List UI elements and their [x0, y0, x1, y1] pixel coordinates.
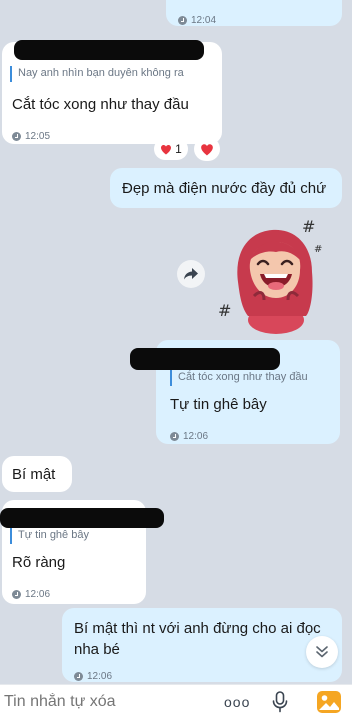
forward-button[interactable] — [177, 260, 205, 288]
clock-icon — [74, 672, 83, 681]
clock-icon — [178, 16, 187, 25]
quoted-text: Nay anh nhìn bạn duyên không ra — [18, 67, 184, 79]
svg-text:#: # — [302, 217, 315, 236]
reaction-count: 1 — [175, 142, 182, 156]
heart-icon — [161, 144, 172, 154]
message-incoming[interactable]: Bí mật — [2, 456, 72, 492]
quoted-text: Cắt tóc xong như thay đầu — [178, 371, 308, 383]
message-outgoing[interactable]: Bí mật thì nt với anh đừng cho ai đọc nh… — [62, 608, 342, 682]
scroll-to-bottom-button[interactable] — [306, 636, 338, 668]
message-text: Cắt tóc xong như thay đầu — [12, 96, 189, 113]
laughing-girl-sticker: # # # — [218, 217, 322, 334]
redacted-sender-name — [0, 508, 164, 528]
microphone-icon[interactable] — [272, 691, 288, 713]
message-text: Rõ ràng — [12, 554, 66, 571]
reaction-badge[interactable]: 1 — [154, 138, 188, 160]
svg-text:#: # — [314, 244, 322, 255]
quoted-message[interactable]: Tự tin ghê bây — [10, 528, 89, 544]
message-outgoing[interactable]: Cắt tóc xong như thay đầu Tự tin ghê bây… — [130, 340, 340, 447]
quoted-text: Tự tin ghê bây — [18, 529, 89, 541]
forward-icon — [184, 268, 198, 280]
clock-icon — [12, 132, 21, 141]
message-time: 12:06 — [12, 584, 50, 605]
message-text-line-1: Bí mật thì nt với anh đừng cho ai đọc — [74, 620, 321, 637]
svg-text:#: # — [218, 301, 231, 320]
clock-icon — [12, 590, 21, 599]
message-text: Tự tin ghê bây — [170, 396, 267, 413]
message-time: 12:05 — [12, 126, 50, 147]
react-button[interactable] — [194, 137, 220, 161]
redacted-sender-name — [130, 348, 280, 370]
message-outgoing[interactable]: 12:04 — [166, 0, 342, 26]
clock-icon — [170, 432, 179, 441]
message-composer: ooo — [0, 684, 352, 720]
quoted-message[interactable]: Nay anh nhìn bạn duyên không ra — [10, 66, 184, 82]
sticker[interactable]: # # # — [214, 212, 340, 338]
message-text-line-2: nha bé — [74, 641, 120, 658]
message-time: 12:04 — [178, 10, 216, 31]
redacted-sender-name — [14, 40, 204, 60]
message-text: Đẹp mà điện nước đầy đủ chứ — [122, 180, 327, 197]
message-incoming[interactable]: Tự tin ghê bây Rõ ràng 12:06 — [0, 500, 164, 605]
more-options-button[interactable]: ooo — [224, 694, 250, 710]
message-outgoing[interactable]: Đẹp mà điện nước đầy đủ chứ — [110, 168, 342, 208]
heart-icon — [201, 143, 213, 155]
message-time: 12:06 — [170, 426, 208, 447]
message-input[interactable] — [4, 689, 204, 715]
gallery-icon[interactable] — [316, 690, 342, 714]
scroll-down-icon — [316, 646, 328, 658]
message-incoming[interactable]: Nay anh nhìn bạn duyên không ra Cắt tóc … — [2, 40, 222, 147]
message-text: Bí mật — [12, 466, 56, 483]
quoted-message[interactable]: Cắt tóc xong như thay đầu — [170, 370, 308, 386]
